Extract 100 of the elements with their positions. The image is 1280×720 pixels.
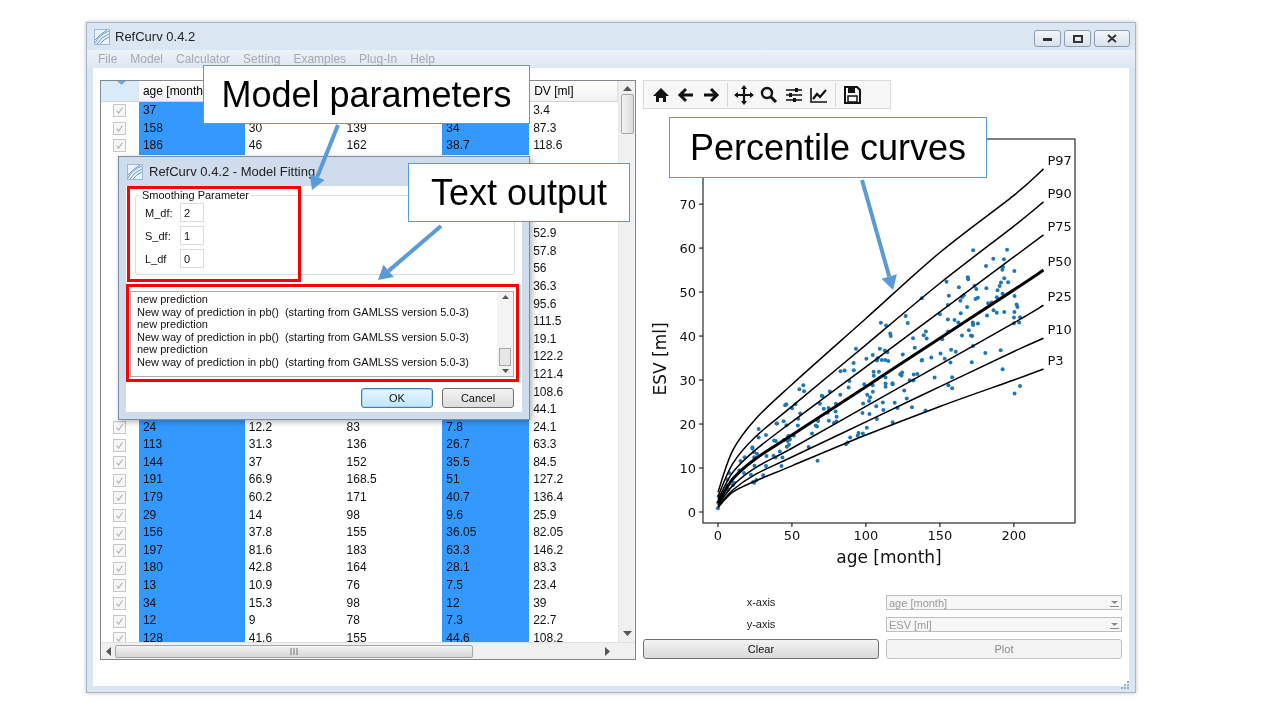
- table-cell: 7.5: [442, 577, 530, 595]
- tick-label: 70: [679, 197, 696, 213]
- table-cell-text: 22.7: [532, 612, 558, 630]
- output-line: New way of prediction in pb() (starting from GAMLSS version 5.0-3): [137, 355, 470, 368]
- tick-label: 0: [687, 505, 696, 520]
- table-cell-text: 39: [532, 594, 548, 612]
- table-cell-text: 95.6: [532, 295, 558, 313]
- table-cell: 13: [138, 577, 245, 595]
- table-cell-text: 37.8: [247, 524, 274, 542]
- table-cell-text: 171: [345, 489, 368, 507]
- table-cell-text: 63.3: [532, 436, 558, 454]
- curve-label: P10: [1047, 322, 1072, 338]
- output-line: New way of prediction in pb() (starting from GAMLSS version 5.0-3): [137, 305, 470, 318]
- field-label: L_df: [145, 252, 168, 265]
- axis-label: ESV [ml]: [650, 322, 670, 396]
- table-cell-text: 122.2: [532, 348, 565, 366]
- table-cell-text: 44.1: [532, 401, 558, 419]
- output-line: new prediction: [137, 318, 209, 331]
- tick-label: 200: [1001, 528, 1027, 543]
- field-label: M_df:: [145, 206, 174, 219]
- table-cell-text: 37: [247, 453, 264, 471]
- tick-label: 20: [679, 417, 696, 433]
- table-cell-text: 57.8: [532, 242, 558, 260]
- table-cell-text: 136: [345, 436, 368, 454]
- table-cell: 36.05: [442, 524, 530, 542]
- tick-label: 30: [679, 373, 696, 389]
- table-cell-text: 98: [345, 506, 361, 524]
- table-cell-text: 3.4: [532, 102, 551, 119]
- tick-label: 10: [679, 461, 696, 476]
- table-cell-text: 31.3: [247, 436, 274, 454]
- table-cell-text: 19.1: [532, 330, 558, 348]
- curve-label: P75: [1047, 218, 1072, 234]
- output-line: new prediction: [137, 343, 209, 356]
- tick-label: 100: [853, 528, 879, 543]
- table-cell: 156: [138, 524, 245, 542]
- table-cell-text: 52.9: [532, 225, 558, 243]
- table-cell-text: 155: [345, 629, 368, 642]
- table-cell-text: 36.3: [532, 277, 558, 295]
- table-cell-text: 118.6: [532, 137, 564, 155]
- tick-label: 0: [713, 528, 723, 543]
- axis-label: age [month]: [836, 547, 942, 567]
- output-line: New way of prediction in pb() (starting from GAMLSS version 5.0-3): [137, 330, 470, 343]
- table-cell-text: 121.4: [532, 365, 565, 383]
- curve-label: P3: [1047, 353, 1064, 369]
- table-cell-text: 111.5: [532, 313, 563, 331]
- callout-box: Percentile curves: [669, 117, 987, 178]
- table-cell-text: 98: [345, 594, 361, 612]
- table-cell-text: 127.2: [532, 471, 565, 489]
- curve-label: P97: [1047, 152, 1072, 168]
- table-cell-text: 9: [247, 612, 257, 630]
- table-cell-text: 84.5: [532, 453, 558, 471]
- output-line: new prediction: [137, 293, 209, 306]
- table-cell: 113: [138, 436, 245, 454]
- table-cell-text: 60.2: [247, 489, 274, 507]
- tick-label: 150: [927, 528, 953, 543]
- table-cell-text: 146.2: [532, 541, 565, 559]
- table-cell-text: 81.6: [247, 541, 274, 559]
- table-cell: 28.1: [442, 559, 530, 578]
- table-cell-text: 168.5: [345, 471, 378, 489]
- table-cell-text: 56: [532, 260, 548, 278]
- table-cell: 179: [138, 489, 245, 507]
- table-cell-text: 136.4: [532, 489, 565, 507]
- tick-label: 40: [679, 329, 696, 345]
- table-cell-text: 24.1: [532, 418, 558, 436]
- callout-box: Model parameters: [203, 65, 530, 124]
- table-cell-text: 12.2: [247, 418, 274, 436]
- table-cell-text: 108.2: [532, 629, 565, 642]
- table-cell-text: 66.9: [247, 471, 274, 489]
- table-cell-text: 108.6: [532, 383, 565, 401]
- curve-label: P25: [1047, 289, 1072, 305]
- table-cell-text: 46: [247, 137, 264, 155]
- table-cell: 186: [138, 137, 245, 155]
- table-cell-text: 82.05: [532, 524, 565, 542]
- table-cell: 26.7: [442, 436, 530, 454]
- table-cell-text: 10.9: [247, 577, 274, 595]
- table-cell-text: 152: [345, 453, 368, 471]
- table-cell: 7.3: [442, 612, 530, 630]
- table-cell: 51: [442, 471, 530, 490]
- curve-label: P90: [1047, 185, 1072, 201]
- table-cell-text: 15.3: [247, 594, 274, 612]
- group-title: Smoothing Parameter: [141, 189, 250, 201]
- table-cell: 180: [138, 559, 245, 578]
- table-cell-text: 155: [345, 524, 368, 542]
- table-cell-text: 183: [345, 541, 368, 559]
- table-cell-text: 164: [345, 559, 368, 577]
- table-cell-text: 14: [247, 506, 264, 524]
- table-cell-text: 25.9: [532, 506, 558, 524]
- table-cell-text: 76: [345, 577, 361, 595]
- table-cell-text: 78: [345, 612, 361, 630]
- axis-select-label: y-axis: [746, 617, 776, 632]
- field-label: S_df:: [145, 229, 172, 242]
- table-cell: 40.7: [442, 489, 530, 507]
- tick-label: 60: [679, 241, 696, 257]
- table-cell: 12: [138, 612, 245, 630]
- table-cell-text: 41.6: [247, 629, 274, 642]
- axis-select-label: x-axis: [746, 595, 776, 610]
- curve-label: P50: [1047, 254, 1072, 270]
- table-cell-text: 23.4: [532, 577, 558, 595]
- table-cell: 191: [138, 471, 245, 490]
- table-cell-text: 42.8: [247, 559, 274, 577]
